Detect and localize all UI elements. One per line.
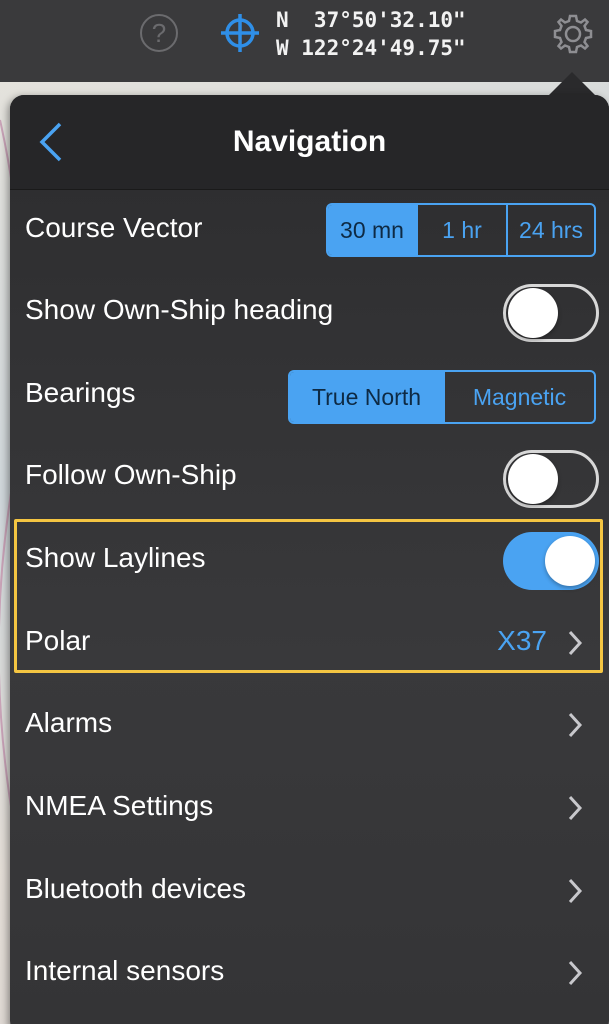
follow-own-ship-toggle[interactable]	[503, 450, 599, 508]
row-label: Polar	[25, 625, 91, 656]
chevron-right-icon	[568, 795, 583, 821]
row-bluetooth-devices[interactable]: Bluetooth devices	[10, 851, 609, 933]
row-label: Show Laylines	[25, 542, 206, 573]
row-internal-sensors[interactable]: Internal sensors	[10, 933, 609, 1015]
segment-1hr[interactable]: 1 hr	[416, 205, 506, 255]
crosshair-icon[interactable]	[220, 13, 260, 53]
chevron-right-icon	[568, 960, 583, 986]
nav-header: Navigation	[10, 95, 609, 190]
row-label: Follow Own-Ship	[25, 459, 237, 490]
bearings-segmented-control: True North Magnetic	[288, 370, 596, 424]
segment-30mn[interactable]: 30 mn	[328, 205, 416, 255]
segment-true-north[interactable]: True North	[290, 372, 443, 422]
gear-icon[interactable]	[551, 12, 595, 56]
toggle-knob	[508, 454, 558, 504]
navigation-settings-popover: Navigation Course Vector 30 mn 1 hr 24 h…	[10, 95, 609, 1024]
row-course-vector: Course Vector 30 mn 1 hr 24 hrs	[10, 190, 609, 272]
own-ship-heading-toggle[interactable]	[503, 284, 599, 342]
popover-caret	[548, 72, 596, 96]
top-toolbar: ? N 37°50'32.10" W 122°24'49.75"	[0, 0, 609, 82]
row-nmea-settings[interactable]: NMEA Settings	[10, 768, 609, 850]
row-bearings: Bearings True North Magnetic	[10, 355, 609, 437]
row-label: Bluetooth devices	[25, 873, 247, 904]
page-title: Navigation	[232, 125, 387, 158]
row-polar[interactable]: Polar X37	[10, 603, 609, 685]
chevron-right-icon	[568, 878, 583, 904]
row-show-own-ship-heading: Show Own-Ship heading	[10, 272, 609, 354]
row-show-laylines: Show Laylines	[10, 520, 609, 602]
segment-magnetic[interactable]: Magnetic	[443, 372, 594, 422]
polar-value: X37	[497, 625, 547, 656]
row-label: Course Vector	[25, 212, 203, 243]
row-alarms[interactable]: Alarms	[10, 685, 609, 767]
position-readout: N 37°50'32.10" W 122°24'49.75"	[276, 6, 466, 62]
row-label: NMEA Settings	[25, 790, 214, 821]
chevron-right-icon	[568, 630, 583, 656]
toggle-knob	[545, 536, 595, 586]
chevron-right-icon	[568, 712, 583, 738]
row-label: Bearings	[25, 377, 136, 408]
help-icon[interactable]: ?	[140, 14, 178, 52]
course-vector-segmented-control: 30 mn 1 hr 24 hrs	[326, 203, 596, 257]
show-laylines-toggle[interactable]	[503, 532, 599, 590]
row-label: Alarms	[25, 707, 113, 738]
longitude-readout: W 122°24'49.75"	[276, 36, 466, 60]
toggle-knob	[508, 288, 558, 338]
latitude-readout: N 37°50'32.10"	[276, 8, 466, 32]
row-label: Show Own-Ship heading	[25, 294, 334, 325]
row-label: Internal sensors	[25, 955, 225, 986]
segment-24hrs[interactable]: 24 hrs	[506, 205, 594, 255]
row-follow-own-ship: Follow Own-Ship	[10, 437, 609, 519]
